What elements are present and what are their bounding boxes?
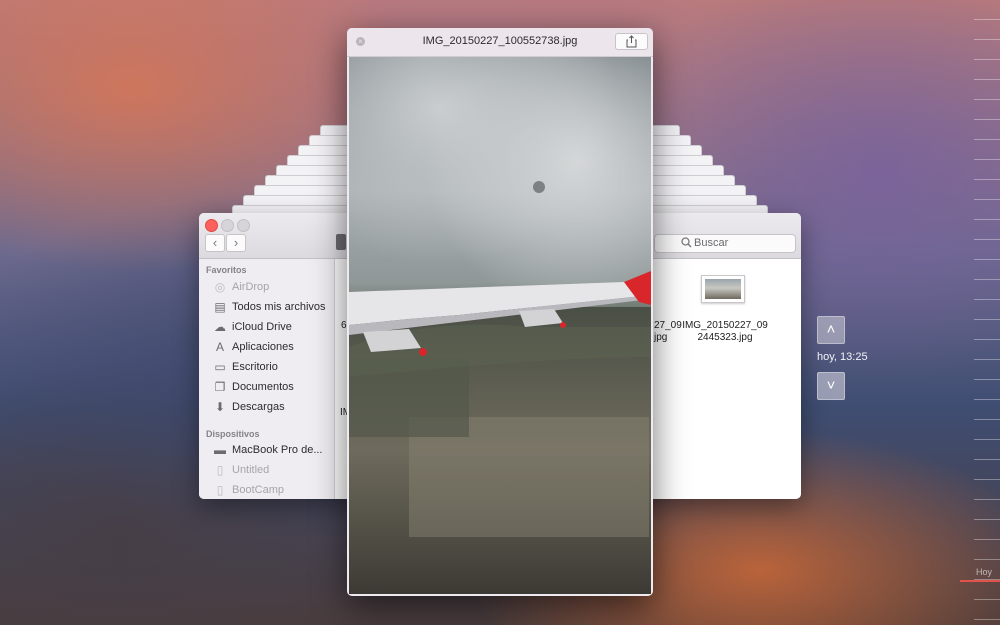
forward-button[interactable]: › bbox=[226, 234, 246, 252]
sidebar-item-label: Todos mis archivos bbox=[232, 301, 326, 313]
time-machine-newer-button[interactable]: ˅ bbox=[817, 372, 845, 400]
disk-icon: ▯ bbox=[216, 483, 224, 497]
sidebar-item-label: Untitled bbox=[232, 464, 270, 476]
quick-look-window[interactable]: × IMG_20150227_100552738.jpg bbox=[347, 28, 653, 596]
applications-icon: A bbox=[215, 340, 224, 354]
backup-date-label: hoy, 13:25 bbox=[817, 351, 868, 363]
back-button[interactable]: ‹ bbox=[205, 234, 225, 252]
window-minimize-button[interactable] bbox=[221, 219, 234, 232]
sidebar-item-label: AirDrop bbox=[232, 281, 270, 293]
search-icon bbox=[681, 237, 692, 248]
file-item[interactable]: IMG_20150227_09 2445323.jpg bbox=[675, 320, 775, 344]
window-close-button[interactable] bbox=[205, 219, 218, 232]
finder-sidebar: Favoritos ◎ AirDrop ▤ Todos mis archivos… bbox=[199, 259, 335, 499]
share-button[interactable] bbox=[615, 33, 648, 50]
chevron-up-icon: ˄ bbox=[826, 321, 836, 338]
sidebar-item-label: Descargas bbox=[232, 401, 285, 413]
documents-icon: ❐ bbox=[214, 380, 226, 394]
quick-look-title: IMG_20150227_100552738.jpg bbox=[422, 35, 578, 47]
chevron-down-icon: ˅ bbox=[826, 377, 836, 394]
window-zoom-button[interactable] bbox=[237, 219, 250, 232]
cloud-icon: ☁ bbox=[214, 320, 226, 334]
sidebar-item-label: Escritorio bbox=[232, 361, 278, 373]
sidebar-item-label: Aplicaciones bbox=[232, 341, 294, 353]
sidebar-item-label: MacBook Pro de... bbox=[232, 444, 323, 456]
chevron-right-icon: › bbox=[233, 235, 239, 250]
view-mode-button[interactable] bbox=[336, 234, 346, 250]
airplane-wing-photo bbox=[349, 57, 651, 594]
file-name-line: IMG_20150227_09 bbox=[682, 320, 768, 331]
time-machine-older-button[interactable]: ˄ bbox=[817, 316, 845, 344]
file-thumbnail[interactable] bbox=[701, 275, 745, 303]
chevron-left-icon: ‹ bbox=[212, 235, 218, 250]
sidebar-item-label: iCloud Drive bbox=[232, 321, 292, 333]
file-name-line: 2445323.jpg bbox=[697, 332, 753, 343]
search-placeholder: Buscar bbox=[694, 237, 729, 249]
sidebar-item-label: BootCamp bbox=[232, 484, 284, 496]
desktop-icon: ▭ bbox=[214, 360, 226, 374]
laptop-icon: ▬ bbox=[214, 443, 226, 457]
devices-header: Dispositivos bbox=[206, 429, 260, 439]
search-field[interactable]: Buscar bbox=[654, 234, 796, 253]
downloads-icon: ⬇ bbox=[214, 400, 226, 414]
all-files-icon: ▤ bbox=[214, 300, 226, 314]
quick-look-titlebar: × IMG_20150227_100552738.jpg bbox=[347, 28, 653, 57]
favorites-header: Favoritos bbox=[206, 265, 247, 275]
file-label-fragment: 6 bbox=[341, 320, 347, 331]
photo-preview bbox=[349, 57, 651, 594]
disk-icon: ▯ bbox=[216, 463, 224, 477]
sidebar-item-label: Documentos bbox=[232, 381, 294, 393]
share-icon bbox=[626, 35, 637, 48]
airdrop-icon: ◎ bbox=[214, 280, 226, 294]
